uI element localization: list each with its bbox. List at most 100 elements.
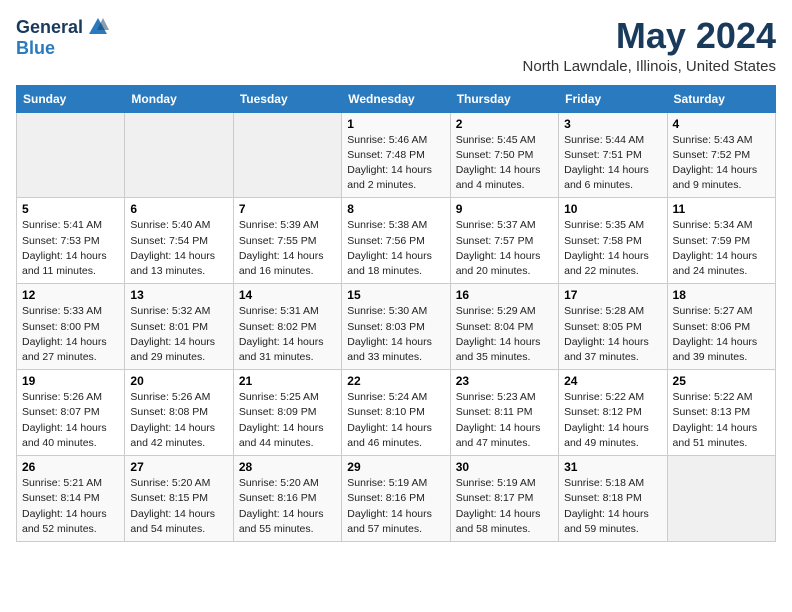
day-number: 28 bbox=[239, 460, 336, 474]
day-info: Sunrise: 5:22 AM Sunset: 8:13 PM Dayligh… bbox=[673, 390, 770, 451]
calendar-cell: 28 Sunrise: 5:20 AM Sunset: 8:16 PM Dayli… bbox=[233, 456, 341, 542]
day-info: Sunrise: 5:28 AM Sunset: 8:05 PM Dayligh… bbox=[564, 304, 661, 365]
day-info: Sunrise: 5:22 AM Sunset: 8:12 PM Dayligh… bbox=[564, 390, 661, 451]
day-number: 10 bbox=[564, 202, 661, 216]
calendar-cell: 6Sunrise: 5:40 AM Sunset: 7:54 PM Daylig… bbox=[125, 198, 233, 284]
calendar-cell: 8 Sunrise: 5:38 AM Sunset: 7:56 PM Daylig… bbox=[342, 198, 450, 284]
calendar-cell: 3Sunrise: 5:44 AM Sunset: 7:51 PM Daylig… bbox=[559, 112, 667, 198]
day-info: Sunrise: 5:41 AM Sunset: 7:53 PM Dayligh… bbox=[22, 218, 119, 279]
logo-icon bbox=[87, 16, 109, 38]
calendar-cell: 19Sunrise: 5:26 AM Sunset: 8:07 PM Dayli… bbox=[17, 370, 125, 456]
day-info: Sunrise: 5:30 AM Sunset: 8:03 PM Dayligh… bbox=[347, 304, 444, 365]
calendar-cell: 12Sunrise: 5:33 AM Sunset: 8:00 PM Dayli… bbox=[17, 284, 125, 370]
day-info: Sunrise: 5:19 AM Sunset: 8:16 PM Dayligh… bbox=[347, 476, 444, 537]
day-number: 29 bbox=[347, 460, 444, 474]
location-title: North Lawndale, Illinois, United States bbox=[523, 58, 776, 75]
day-number: 13 bbox=[130, 288, 227, 302]
day-number: 16 bbox=[456, 288, 553, 302]
day-info: Sunrise: 5:26 AM Sunset: 8:08 PM Dayligh… bbox=[130, 390, 227, 451]
day-number: 17 bbox=[564, 288, 661, 302]
day-number: 25 bbox=[673, 374, 770, 388]
calendar-cell: 23Sunrise: 5:23 AM Sunset: 8:11 PM Dayli… bbox=[450, 370, 558, 456]
day-header: Thursday bbox=[450, 85, 558, 112]
day-info: Sunrise: 5:19 AM Sunset: 8:17 PM Dayligh… bbox=[456, 476, 553, 537]
day-header: Wednesday bbox=[342, 85, 450, 112]
day-info: Sunrise: 5:24 AM Sunset: 8:10 PM Dayligh… bbox=[347, 390, 444, 451]
calendar-cell: 24 Sunrise: 5:22 AM Sunset: 8:12 PM Dayli… bbox=[559, 370, 667, 456]
calendar-cell: 21 Sunrise: 5:25 AM Sunset: 8:09 PM Dayli… bbox=[233, 370, 341, 456]
calendar-cell: 10 Sunrise: 5:35 AM Sunset: 7:58 PM Dayli… bbox=[559, 198, 667, 284]
day-number: 14 bbox=[239, 288, 336, 302]
day-number: 8 bbox=[347, 202, 444, 216]
logo-blue: Blue bbox=[16, 38, 55, 59]
day-number: 22 bbox=[347, 374, 444, 388]
calendar-cell: 27 Sunrise: 5:20 AM Sunset: 8:15 PM Dayli… bbox=[125, 456, 233, 542]
day-number: 26 bbox=[22, 460, 119, 474]
calendar-cell: 29 Sunrise: 5:19 AM Sunset: 8:16 PM Dayli… bbox=[342, 456, 450, 542]
day-info: Sunrise: 5:34 AM Sunset: 7:59 PM Dayligh… bbox=[673, 218, 770, 279]
calendar-cell: 25 Sunrise: 5:22 AM Sunset: 8:13 PM Dayli… bbox=[667, 370, 775, 456]
calendar-cell: 18 Sunrise: 5:27 AM Sunset: 8:06 PM Dayli… bbox=[667, 284, 775, 370]
day-number: 30 bbox=[456, 460, 553, 474]
calendar-cell: 26 Sunrise: 5:21 AM Sunset: 8:14 PM Dayli… bbox=[17, 456, 125, 542]
day-header: Friday bbox=[559, 85, 667, 112]
day-info: Sunrise: 5:21 AM Sunset: 8:14 PM Dayligh… bbox=[22, 476, 119, 537]
day-info: Sunrise: 5:20 AM Sunset: 8:16 PM Dayligh… bbox=[239, 476, 336, 537]
calendar-cell: 11 Sunrise: 5:34 AM Sunset: 7:59 PM Dayli… bbox=[667, 198, 775, 284]
day-number: 1 bbox=[347, 117, 444, 131]
day-info: Sunrise: 5:25 AM Sunset: 8:09 PM Dayligh… bbox=[239, 390, 336, 451]
calendar-cell bbox=[233, 112, 341, 198]
day-info: Sunrise: 5:32 AM Sunset: 8:01 PM Dayligh… bbox=[130, 304, 227, 365]
calendar-cell: 31 Sunrise: 5:18 AM Sunset: 8:18 PM Dayli… bbox=[559, 456, 667, 542]
calendar: SundayMondayTuesdayWednesdayThursdayFrid… bbox=[16, 85, 776, 542]
day-number: 27 bbox=[130, 460, 227, 474]
calendar-cell: 17 Sunrise: 5:28 AM Sunset: 8:05 PM Dayli… bbox=[559, 284, 667, 370]
day-number: 11 bbox=[673, 202, 770, 216]
calendar-cell: 20 Sunrise: 5:26 AM Sunset: 8:08 PM Dayli… bbox=[125, 370, 233, 456]
day-number: 7 bbox=[239, 202, 336, 216]
day-header: Sunday bbox=[17, 85, 125, 112]
day-info: Sunrise: 5:23 AM Sunset: 8:11 PM Dayligh… bbox=[456, 390, 553, 451]
calendar-cell: 1 Sunrise: 5:46 AM Sunset: 7:48 PM Daylig… bbox=[342, 112, 450, 198]
day-number: 2 bbox=[456, 117, 553, 131]
calendar-cell: 15 Sunrise: 5:30 AM Sunset: 8:03 PM Dayli… bbox=[342, 284, 450, 370]
calendar-cell: 7Sunrise: 5:39 AM Sunset: 7:55 PM Daylig… bbox=[233, 198, 341, 284]
calendar-cell: 2Sunrise: 5:45 AM Sunset: 7:50 PM Daylig… bbox=[450, 112, 558, 198]
day-number: 6 bbox=[130, 202, 227, 216]
day-number: 21 bbox=[239, 374, 336, 388]
calendar-cell: 9 Sunrise: 5:37 AM Sunset: 7:57 PM Daylig… bbox=[450, 198, 558, 284]
calendar-cell: 16Sunrise: 5:29 AM Sunset: 8:04 PM Dayli… bbox=[450, 284, 558, 370]
calendar-cell: 22 Sunrise: 5:24 AM Sunset: 8:10 PM Dayli… bbox=[342, 370, 450, 456]
day-header: Saturday bbox=[667, 85, 775, 112]
calendar-cell: 13 Sunrise: 5:32 AM Sunset: 8:01 PM Dayli… bbox=[125, 284, 233, 370]
calendar-cell bbox=[667, 456, 775, 542]
month-title: May 2024 bbox=[523, 16, 776, 56]
day-info: Sunrise: 5:35 AM Sunset: 7:58 PM Dayligh… bbox=[564, 218, 661, 279]
day-info: Sunrise: 5:38 AM Sunset: 7:56 PM Dayligh… bbox=[347, 218, 444, 279]
day-number: 9 bbox=[456, 202, 553, 216]
calendar-cell: 4 Sunrise: 5:43 AM Sunset: 7:52 PM Daylig… bbox=[667, 112, 775, 198]
day-number: 31 bbox=[564, 460, 661, 474]
day-number: 20 bbox=[130, 374, 227, 388]
day-header: Tuesday bbox=[233, 85, 341, 112]
day-info: Sunrise: 5:46 AM Sunset: 7:48 PM Dayligh… bbox=[347, 133, 444, 194]
day-info: Sunrise: 5:18 AM Sunset: 8:18 PM Dayligh… bbox=[564, 476, 661, 537]
day-info: Sunrise: 5:33 AM Sunset: 8:00 PM Dayligh… bbox=[22, 304, 119, 365]
day-number: 24 bbox=[564, 374, 661, 388]
day-info: Sunrise: 5:43 AM Sunset: 7:52 PM Dayligh… bbox=[673, 133, 770, 194]
day-header: Monday bbox=[125, 85, 233, 112]
day-info: Sunrise: 5:20 AM Sunset: 8:15 PM Dayligh… bbox=[130, 476, 227, 537]
calendar-cell: 5 Sunrise: 5:41 AM Sunset: 7:53 PM Daylig… bbox=[17, 198, 125, 284]
day-number: 19 bbox=[22, 374, 119, 388]
day-number: 15 bbox=[347, 288, 444, 302]
day-info: Sunrise: 5:31 AM Sunset: 8:02 PM Dayligh… bbox=[239, 304, 336, 365]
day-info: Sunrise: 5:27 AM Sunset: 8:06 PM Dayligh… bbox=[673, 304, 770, 365]
header: General Blue May 2024 North Lawndale, Il… bbox=[16, 16, 776, 75]
calendar-cell bbox=[125, 112, 233, 198]
day-info: Sunrise: 5:37 AM Sunset: 7:57 PM Dayligh… bbox=[456, 218, 553, 279]
day-number: 5 bbox=[22, 202, 119, 216]
day-number: 3 bbox=[564, 117, 661, 131]
day-number: 18 bbox=[673, 288, 770, 302]
calendar-cell: 14 Sunrise: 5:31 AM Sunset: 8:02 PM Dayli… bbox=[233, 284, 341, 370]
day-number: 4 bbox=[673, 117, 770, 131]
